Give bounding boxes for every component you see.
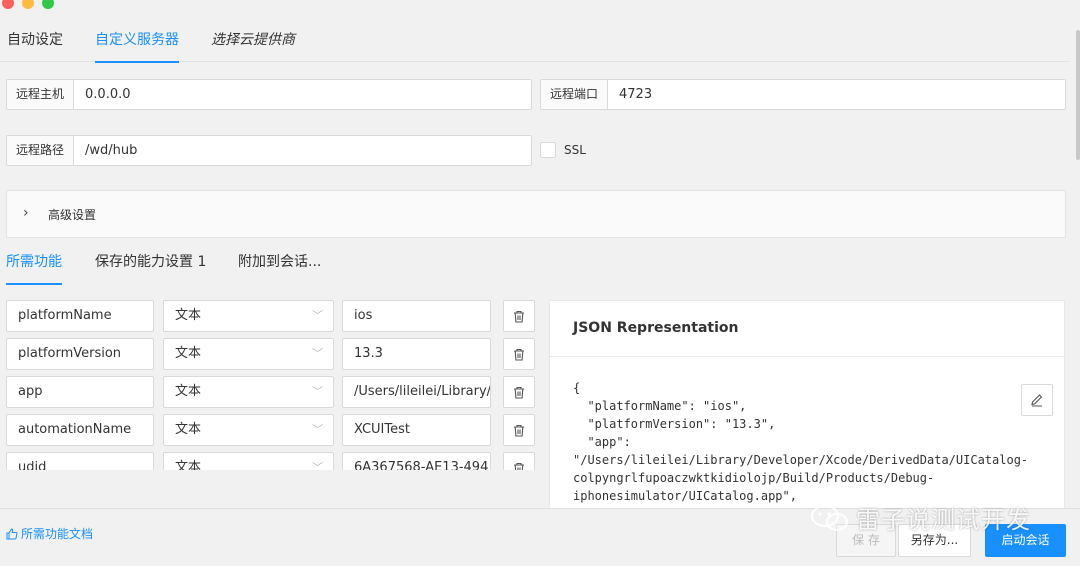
scrollbar[interactable]: [1076, 30, 1080, 160]
capability-value-input[interactable]: 13.3: [342, 338, 491, 370]
ssl-option: SSL: [540, 142, 586, 158]
chevron-down-icon: ﹀: [312, 347, 323, 360]
maximize-window-button[interactable]: [42, 0, 54, 9]
trash-icon: [514, 310, 524, 323]
desired-capabilities-docs-link[interactable]: 所需功能文档: [6, 525, 93, 542]
docs-link-label: 所需功能文档: [21, 527, 94, 541]
delete-capability-button[interactable]: [503, 452, 535, 470]
remote-path-input[interactable]: /wd/hub: [74, 136, 148, 165]
capability-name-input[interactable]: platformName: [6, 300, 154, 332]
remote-port-label: 远程端口: [541, 80, 609, 109]
remote-host-label: 远程主机: [7, 80, 75, 109]
capability-value-input[interactable]: XCUITest: [342, 414, 491, 446]
tab-automatic-server[interactable]: 自动设定: [7, 22, 63, 62]
tab-desired-capabilities[interactable]: 所需功能: [6, 244, 62, 285]
wechat-icon: [811, 504, 848, 531]
watermark: 雷子说测试开发: [810, 500, 1031, 535]
remote-host-field: 远程主机 0.0.0.0: [6, 79, 532, 110]
capability-type-select[interactable]: 文本 ﹀: [163, 300, 334, 332]
capability-name-input[interactable]: udid: [6, 452, 154, 470]
edit-json-button[interactable]: [1021, 384, 1053, 416]
capability-type-select[interactable]: 文本 ﹀: [163, 338, 334, 370]
remote-port-input[interactable]: 4723: [608, 80, 663, 109]
capability-type-value: 文本: [175, 346, 202, 361]
delete-capability-button[interactable]: [503, 338, 535, 370]
close-window-button[interactable]: [2, 0, 14, 9]
capability-row: platformName 文本 ﹀ ios: [0, 300, 540, 332]
chevron-down-icon: ﹀: [312, 309, 323, 322]
remote-path-label: 远程路径: [7, 136, 75, 165]
capability-type-select[interactable]: 文本 ﹀: [163, 414, 334, 446]
capability-type-value: 文本: [175, 460, 202, 470]
chevron-down-icon: ﹀: [312, 461, 323, 470]
capability-value-input[interactable]: ios: [342, 300, 491, 332]
capability-row: platformVersion 文本 ﹀ 13.3: [0, 338, 540, 370]
tab-cloud-provider[interactable]: 选择云提供商: [211, 22, 295, 62]
capability-name-input[interactable]: app: [6, 376, 154, 408]
capability-name-input[interactable]: automationName: [6, 414, 154, 446]
window-titlebar: [0, 0, 1080, 12]
trash-icon: [514, 462, 524, 470]
json-content: { "platformName": "ios", "platformVersio…: [573, 381, 1029, 503]
delete-capability-button[interactable]: [503, 300, 535, 332]
tab-custom-server[interactable]: 自定义服务器: [95, 22, 179, 63]
delete-capability-button[interactable]: [503, 414, 535, 446]
capability-type-select[interactable]: 文本 ﹀: [163, 452, 334, 470]
capability-tabs: 所需功能 保存的能力设置 1 附加到会话...: [0, 244, 1070, 285]
ssl-checkbox[interactable]: [540, 142, 556, 158]
capability-row: app 文本 ﹀ /Users/lileilei/Library/D: [0, 376, 540, 408]
trash-icon: [514, 386, 524, 399]
tab-saved-capability-sets[interactable]: 保存的能力设置 1: [95, 244, 206, 284]
chevron-down-icon: ﹀: [312, 423, 323, 436]
capability-value-input[interactable]: 6A367568-AE13-494: [342, 452, 491, 470]
server-type-tabs: 自动设定 自定义服务器 选择云提供商: [0, 22, 1070, 63]
thumbs-up-icon: [6, 527, 18, 539]
chevron-right-icon: ›: [23, 205, 29, 221]
capability-type-value: 文本: [175, 384, 202, 399]
remote-port-field: 远程端口 4723: [540, 79, 1066, 110]
capability-row: automationName 文本 ﹀ XCUITest: [0, 414, 540, 446]
advanced-settings-label: 高级设置: [48, 208, 97, 222]
capability-type-select[interactable]: 文本 ﹀: [163, 376, 334, 408]
trash-icon: [514, 348, 524, 361]
json-representation-panel: JSON Representation { "platformName": "i…: [549, 300, 1065, 510]
chevron-down-icon: ﹀: [312, 385, 323, 398]
capability-name-input[interactable]: platformVersion: [6, 338, 154, 370]
capability-row: udid 文本 ﹀ 6A367568-AE13-494: [0, 452, 540, 470]
remote-path-field: 远程路径 /wd/hub: [6, 135, 532, 166]
json-panel-title: JSON Representation: [550, 301, 1064, 357]
capability-type-value: 文本: [175, 422, 202, 437]
advanced-settings-panel[interactable]: › 高级设置: [6, 190, 1066, 238]
trash-icon: [514, 424, 524, 437]
capability-type-value: 文本: [175, 308, 202, 323]
watermark-text: 雷子说测试开发: [856, 506, 1031, 534]
ssl-label: SSL: [564, 143, 586, 157]
capability-value-input[interactable]: /Users/lileilei/Library/D: [342, 376, 491, 408]
minimize-window-button[interactable]: [22, 0, 34, 9]
remote-host-input[interactable]: 0.0.0.0: [74, 80, 141, 109]
tab-attach-to-session[interactable]: 附加到会话...: [238, 244, 321, 284]
capabilities-list: platformName 文本 ﹀ ios platformVersion 文本 ﹀…: [0, 292, 540, 470]
delete-capability-button[interactable]: [503, 376, 535, 408]
edit-icon: [1031, 394, 1043, 407]
